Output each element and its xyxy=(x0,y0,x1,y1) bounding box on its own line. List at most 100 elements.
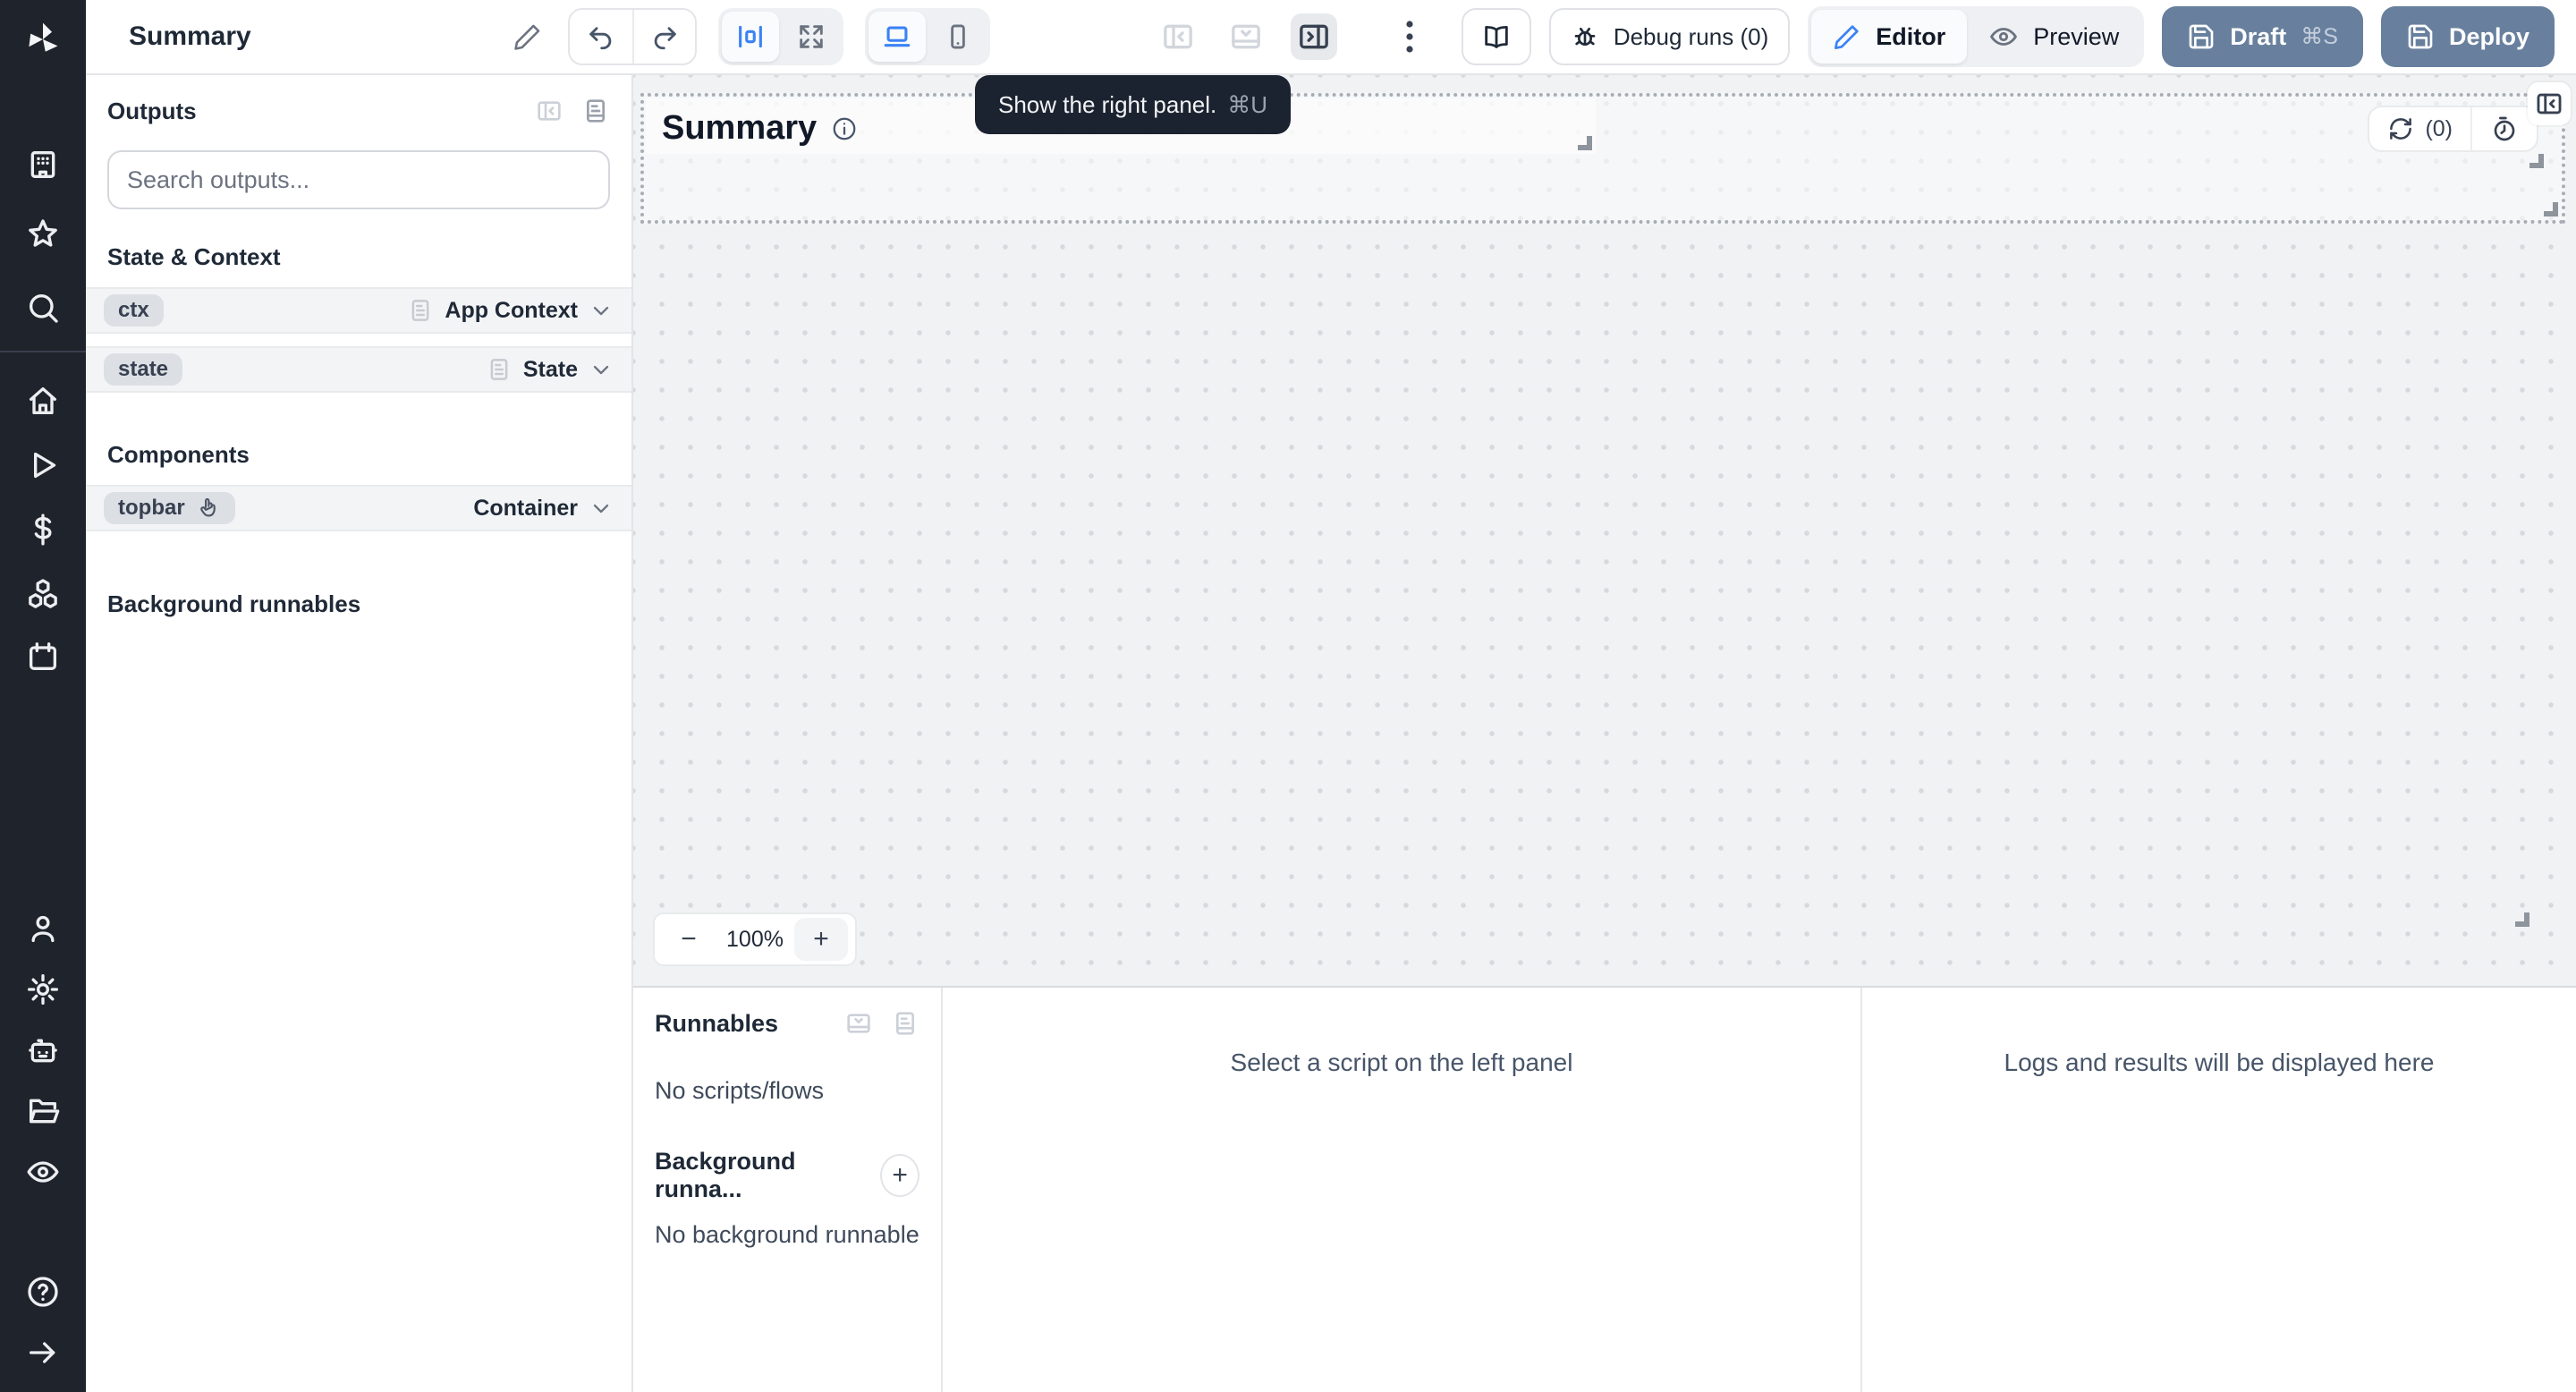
collapse-right-panel-button[interactable] xyxy=(2528,82,2571,125)
resize-handle[interactable] xyxy=(2515,912,2529,927)
runnables-panel: Runnables No scripts/flows Background ru… xyxy=(633,988,943,1392)
right-panel-tooltip: Show the right panel. ⌘U xyxy=(975,75,1292,134)
device-preview-group xyxy=(864,8,990,65)
home-icon[interactable] xyxy=(25,383,61,419)
variables-icon[interactable] xyxy=(25,512,61,547)
full-width-button[interactable] xyxy=(783,12,840,62)
output-row-topbar[interactable]: topbar Container xyxy=(86,485,631,531)
history-button[interactable] xyxy=(2470,107,2537,150)
toggle-bottom-panel-icon[interactable] xyxy=(1223,13,1269,60)
preview-label: Preview xyxy=(2033,22,2120,50)
resize-handle[interactable] xyxy=(1578,136,1592,150)
info-icon[interactable] xyxy=(831,115,858,142)
expand-rail-arrow-icon[interactable] xyxy=(25,1335,61,1371)
refresh-count: (0) xyxy=(2425,115,2453,141)
help-icon[interactable] xyxy=(25,1274,61,1310)
script-editor-panel: Select a script on the left panel xyxy=(943,988,1862,1392)
resize-handle[interactable] xyxy=(2544,202,2558,216)
panel-collapse-icon xyxy=(2537,93,2562,115)
search-icon[interactable] xyxy=(25,290,61,326)
collapse-bottom-panel-icon[interactable] xyxy=(844,1009,873,1038)
schedules-icon[interactable] xyxy=(25,639,61,675)
debug-runs-button[interactable]: Debug runs (0) xyxy=(1548,8,1791,65)
zoom-in-button[interactable]: + xyxy=(794,918,848,961)
refresh-button[interactable]: (0) xyxy=(2369,107,2470,150)
settings-gear-icon[interactable] xyxy=(25,972,61,1007)
draft-button[interactable]: Draft ⌘S xyxy=(2162,6,2363,67)
toggle-left-panel-icon[interactable] xyxy=(1155,13,1201,60)
edit-title-pencil-icon[interactable] xyxy=(513,21,543,52)
user-icon[interactable] xyxy=(25,911,61,946)
deploy-button[interactable]: Deploy xyxy=(2380,6,2555,67)
logs-results-panel: Logs and results will be displayed here xyxy=(1862,988,2576,1392)
doc-icon xyxy=(407,297,434,324)
workspace-icon[interactable] xyxy=(25,147,61,182)
tooltip-text: Show the right panel. xyxy=(998,90,1217,118)
editor-tab[interactable]: Editor xyxy=(1811,10,1968,64)
app-title: Summary xyxy=(129,21,251,51)
app-canvas[interactable]: Summary (0) − 100% + xyxy=(633,75,2576,986)
chevron-down-icon[interactable] xyxy=(589,357,614,382)
search-outputs-box xyxy=(107,150,610,209)
resources-icon[interactable] xyxy=(25,576,61,612)
editor-label: Editor xyxy=(1876,22,1946,50)
state-badge[interactable]: state xyxy=(104,353,183,386)
more-menu-icon[interactable] xyxy=(1390,17,1429,56)
draft-label: Draft xyxy=(2230,22,2287,50)
search-outputs-input[interactable] xyxy=(127,166,590,194)
nav-rail xyxy=(0,0,86,1392)
save-icon xyxy=(2408,24,2433,49)
collapse-panel-icon[interactable] xyxy=(535,97,564,125)
resize-handle[interactable] xyxy=(2529,154,2544,168)
output-row-ctx[interactable]: ctx App Context xyxy=(86,287,631,334)
undo-button[interactable] xyxy=(569,10,632,64)
topbar-badge[interactable]: topbar xyxy=(104,492,235,524)
debug-runs-label: Debug runs (0) xyxy=(1613,22,1769,50)
refresh-icon xyxy=(2390,118,2412,140)
state-type-label: State xyxy=(522,356,578,382)
zoom-out-button[interactable]: − xyxy=(662,918,716,961)
folders-icon[interactable] xyxy=(25,1093,61,1129)
tooltip-shortcut: ⌘U xyxy=(1227,90,1268,118)
ctx-badge[interactable]: ctx xyxy=(104,294,164,327)
audit-eye-icon[interactable] xyxy=(25,1154,61,1190)
component-actions-group: (0) xyxy=(2368,106,2538,152)
hand-pointer-icon xyxy=(196,496,221,521)
toggle-right-panel-icon[interactable] xyxy=(1290,13,1337,60)
topbar-type-label: Container xyxy=(473,495,578,521)
undo-redo-group xyxy=(567,8,697,65)
add-background-runnable-button[interactable]: + xyxy=(880,1154,919,1197)
chevron-down-icon[interactable] xyxy=(589,496,614,521)
outputs-panel: Outputs State & Context ctx App Context xyxy=(86,75,633,1392)
ctx-type-label: App Context xyxy=(445,297,578,323)
windmill-logo[interactable] xyxy=(0,0,86,79)
topbar-container-component[interactable]: Summary xyxy=(640,93,2565,224)
rail-divider xyxy=(0,351,86,352)
background-runnables-label: Background runna... xyxy=(655,1148,796,1202)
desktop-view-button[interactable] xyxy=(868,12,926,62)
chevron-down-icon[interactable] xyxy=(589,298,614,323)
draft-shortcut: ⌘S xyxy=(2301,24,2338,49)
bottom-panel: Runnables No scripts/flows Background ru… xyxy=(633,986,2576,1392)
save-icon xyxy=(2189,24,2214,49)
docs-book-button[interactable] xyxy=(1461,8,1531,65)
output-row-state[interactable]: state State xyxy=(86,346,631,393)
preview-tab[interactable]: Preview xyxy=(1967,10,2140,64)
runnables-title: Runnables xyxy=(655,1009,779,1037)
favorites-icon[interactable] xyxy=(25,216,61,252)
canvas-summary-title: Summary xyxy=(662,109,818,147)
centered-layout-button[interactable] xyxy=(721,12,779,62)
zoom-level: 100% xyxy=(726,926,784,952)
editor-preview-toggle: Editor Preview xyxy=(1808,6,2145,67)
docs-file-icon[interactable] xyxy=(891,1009,919,1038)
zoom-control: − 100% + xyxy=(653,912,857,966)
editor-header: Summary Debug runs (0) Editor Preview Dr… xyxy=(86,0,2576,75)
workers-robot-icon[interactable] xyxy=(25,1032,61,1068)
redo-button[interactable] xyxy=(631,10,695,64)
docs-file-icon[interactable] xyxy=(581,97,610,125)
editor-pencil-icon xyxy=(1835,25,1859,49)
components-title: Components xyxy=(107,441,250,468)
runs-icon[interactable] xyxy=(25,447,61,483)
history-timer-icon xyxy=(2494,116,2515,141)
mobile-view-button[interactable] xyxy=(929,12,987,62)
